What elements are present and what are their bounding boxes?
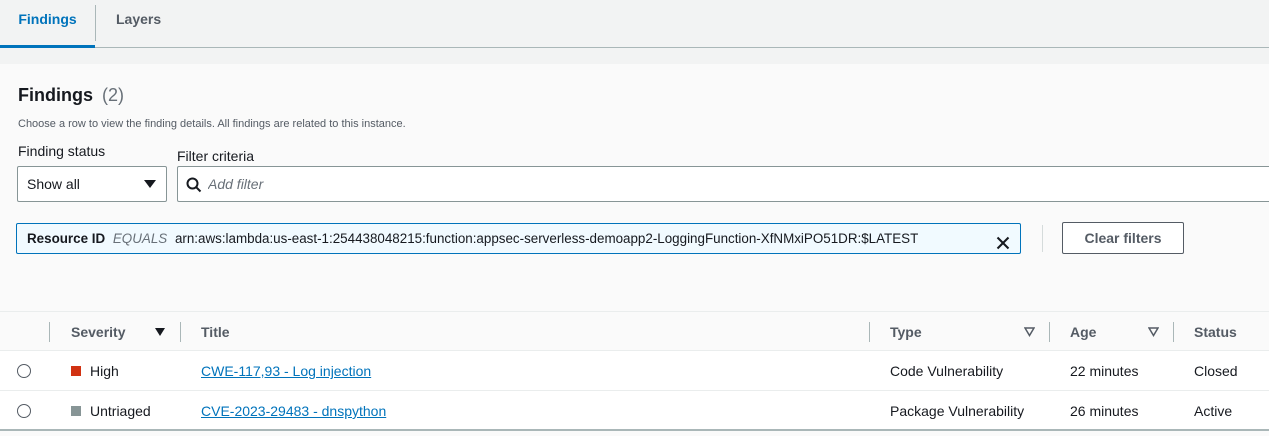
finding-status-label: Finding status bbox=[18, 143, 106, 159]
table-row[interactable]: Untriaged CVE-2023-29483 - dnspython Pac… bbox=[0, 391, 1269, 431]
sort-icon[interactable] bbox=[1024, 327, 1035, 337]
column-header-type[interactable]: Type bbox=[890, 312, 922, 352]
type-cell: Package Vulnerability bbox=[890, 403, 1025, 419]
age-cell: 22 minutes bbox=[1070, 363, 1139, 379]
findings-count: (2) bbox=[102, 85, 125, 105]
filter-divider bbox=[1042, 225, 1043, 252]
severity-untriaged-icon bbox=[71, 406, 81, 416]
age-cell: 26 minutes bbox=[1070, 403, 1139, 419]
finding-status-select[interactable]: Show all bbox=[17, 166, 167, 202]
filter-criteria-label: Filter criteria bbox=[177, 148, 255, 164]
column-header-severity[interactable]: Severity bbox=[71, 312, 125, 352]
filter-token-key: Resource ID bbox=[27, 231, 106, 246]
filter-criteria-field[interactable] bbox=[177, 166, 1269, 202]
severity-cell: High bbox=[90, 363, 119, 379]
tab-findings-label: Findings bbox=[18, 11, 77, 27]
column-header-status[interactable]: Status bbox=[1194, 312, 1237, 352]
tab-divider bbox=[95, 5, 96, 41]
column-divider bbox=[49, 322, 50, 342]
filter-token: Resource ID EQUALS arn:aws:lambda:us-eas… bbox=[16, 223, 1021, 254]
tab-layers[interactable]: Layers bbox=[116, 0, 161, 47]
close-icon[interactable] bbox=[996, 231, 1010, 253]
section-title: Findings (2) bbox=[18, 85, 124, 106]
table-header: Severity Title Type Age Status bbox=[0, 311, 1269, 351]
tab-bar: Findings Layers bbox=[0, 0, 1269, 48]
type-cell: Code Vulnerability bbox=[890, 363, 1004, 379]
clear-filters-button[interactable]: Clear filters bbox=[1062, 222, 1184, 254]
sort-icon[interactable] bbox=[1148, 327, 1159, 337]
header-band bbox=[0, 48, 1269, 64]
tab-layers-label: Layers bbox=[116, 11, 162, 27]
filter-token-value: arn:aws:lambda:us-east-1:254438048215:fu… bbox=[174, 231, 919, 246]
findings-heading: Findings bbox=[18, 85, 93, 105]
search-icon bbox=[186, 177, 202, 193]
filter-token-operator: EQUALS bbox=[112, 231, 168, 246]
column-divider bbox=[1173, 322, 1174, 342]
finding-title-link[interactable]: CVE-2023-29483 - dnspython bbox=[201, 403, 386, 419]
finding-title-link[interactable]: CWE-117,93 - Log injection bbox=[201, 363, 371, 379]
severity-high-icon bbox=[71, 366, 81, 376]
tab-findings[interactable]: Findings bbox=[0, 0, 95, 48]
row-select-radio[interactable] bbox=[17, 364, 31, 378]
status-cell: Closed bbox=[1194, 363, 1238, 379]
caret-down-icon bbox=[144, 180, 156, 188]
severity-cell: Untriaged bbox=[90, 403, 151, 419]
column-header-age[interactable]: Age bbox=[1070, 312, 1096, 352]
filter-criteria-input[interactable] bbox=[208, 167, 1208, 201]
section-description: Choose a row to view the finding details… bbox=[18, 118, 406, 130]
column-divider bbox=[180, 322, 181, 342]
finding-status-value: Show all bbox=[27, 176, 80, 192]
column-divider bbox=[1049, 322, 1050, 342]
column-header-title[interactable]: Title bbox=[201, 312, 230, 352]
column-divider bbox=[869, 322, 870, 342]
row-select-radio[interactable] bbox=[17, 404, 31, 418]
table-row[interactable]: High CWE-117,93 - Log injection Code Vul… bbox=[0, 351, 1269, 391]
sort-descending-icon[interactable] bbox=[155, 328, 165, 336]
findings-table: Severity Title Type Age Status High CWE-… bbox=[0, 311, 1269, 436]
status-cell: Active bbox=[1194, 403, 1233, 419]
